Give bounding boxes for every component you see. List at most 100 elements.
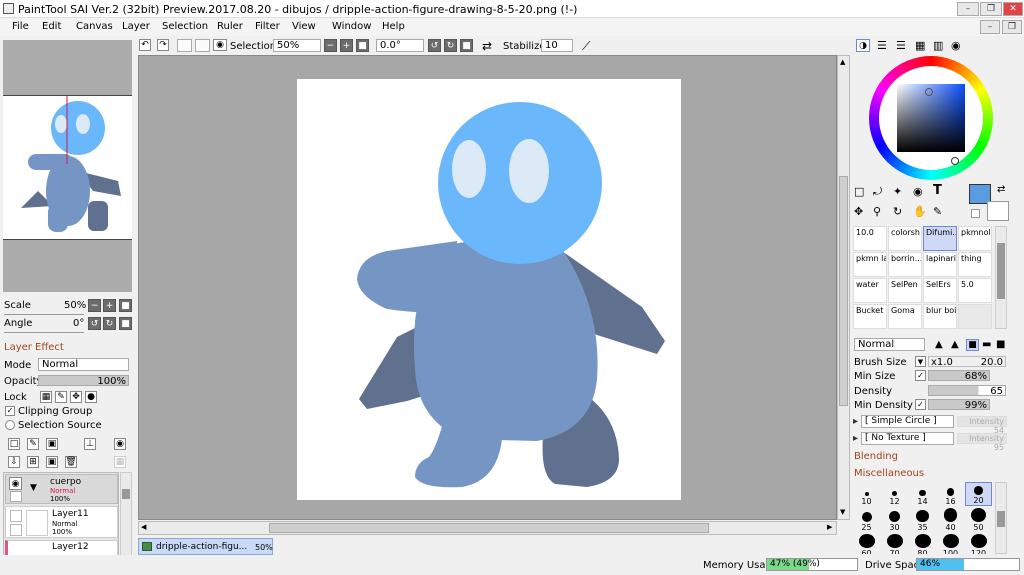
brush-slot[interactable]: borrin...: [888, 252, 922, 277]
scroll-down-icon[interactable]: ▼: [840, 508, 845, 516]
angle-left-icon[interactable]: ↺: [88, 317, 101, 330]
mixer-tab-icon[interactable]: ◉: [951, 39, 961, 52]
eye-icon[interactable]: ◉: [213, 39, 227, 51]
brush-size-preset[interactable]: 30: [881, 508, 908, 532]
redo-icon[interactable]: ↷: [157, 39, 169, 51]
miscellaneous-section-header[interactable]: Miscellaneous: [854, 468, 924, 479]
vertical-scroll-thumb[interactable]: [839, 176, 848, 406]
zoom-icon[interactable]: ⚲: [873, 205, 881, 218]
deselect-button[interactable]: [177, 39, 192, 52]
texture-expand-icon[interactable]: ▸: [853, 433, 858, 444]
rotate-reset-icon[interactable]: ■: [460, 39, 473, 52]
tip-shape-square-icon[interactable]: ■: [996, 339, 1005, 350]
canvas-horizontal-scrollbar[interactable]: ◀ ▶: [138, 521, 837, 535]
brush-size-preset[interactable]: 25: [853, 508, 880, 532]
menu-help[interactable]: Help: [382, 21, 405, 32]
clear-layer-icon[interactable]: ▣: [46, 456, 58, 468]
menu-canvas[interactable]: Canvas: [76, 21, 113, 32]
doc-restore-button[interactable]: ❐: [1002, 20, 1022, 34]
blending-section-header[interactable]: Blending: [854, 451, 898, 462]
density-slider[interactable]: 65: [928, 385, 1006, 397]
menu-layer[interactable]: Layer: [122, 21, 150, 32]
brush-slot[interactable]: pkmnold: [958, 226, 992, 251]
move-icon[interactable]: ✥: [854, 205, 863, 218]
brush-size-preset[interactable]: 20: [965, 482, 992, 506]
brush-slot[interactable]: lapinario: [923, 252, 957, 277]
brush-grid-scrollbar[interactable]: [995, 226, 1007, 329]
zoom-reset-icon[interactable]: ■: [356, 39, 369, 52]
layer-lock-box[interactable]: [10, 491, 22, 502]
new-folder-icon[interactable]: ▣: [46, 438, 58, 450]
rotation-select[interactable]: 0.0°: [376, 39, 424, 52]
opacity-slider[interactable]: 100%: [38, 375, 129, 387]
brush-size-preset[interactable]: 35: [909, 508, 936, 532]
rgb-sliders-tab-icon[interactable]: ☰: [877, 39, 887, 52]
eyedropper-icon[interactable]: ✎: [933, 205, 942, 218]
brush-size-preset[interactable]: 16: [937, 482, 964, 506]
menu-selection[interactable]: Selection: [162, 21, 208, 32]
color-wheel-tab-icon[interactable]: ◑: [856, 39, 870, 52]
tip-shape-soft-icon[interactable]: ▲: [951, 339, 959, 350]
delete-layer-icon[interactable]: 🗑: [65, 456, 77, 468]
min-size-checkbox[interactable]: ✓: [915, 370, 926, 381]
brush-size-presets-scrollbar[interactable]: [995, 482, 1007, 554]
min-density-checkbox[interactable]: ✓: [915, 399, 926, 410]
navigator-preview[interactable]: [3, 95, 132, 240]
brush-slot[interactable]: Goma: [888, 304, 922, 329]
brush-slot[interactable]: thing: [958, 252, 992, 277]
mode-select[interactable]: Normal: [38, 358, 129, 371]
brush-shape-intensity[interactable]: Intensity 54: [957, 416, 1007, 435]
angle-slider[interactable]: [4, 332, 84, 333]
brush-size-preset[interactable]: 60: [853, 534, 880, 554]
zoom-select[interactable]: 50%: [273, 39, 321, 52]
layer-lock-box[interactable]: [10, 524, 22, 536]
rotate-right-icon[interactable]: ↻: [444, 39, 457, 52]
magic-wand-icon[interactable]: ✦: [893, 185, 902, 198]
brush-size-preset[interactable]: 12: [881, 482, 908, 506]
brush-slot[interactable]: 10.0: [853, 226, 887, 251]
brush-size-preset[interactable]: 10: [853, 482, 880, 506]
swatches-tab-icon[interactable]: ▦: [915, 39, 925, 52]
min-density-slider[interactable]: 99%: [928, 399, 990, 411]
hue-marker[interactable]: [951, 157, 959, 165]
layer-row-layer11[interactable]: Layer11 Normal 100%: [5, 506, 118, 538]
brush-size-slider[interactable]: 20.0: [928, 356, 1006, 368]
layer-scrollbar-thumb[interactable]: [122, 489, 130, 499]
brush-slot[interactable]: water: [853, 278, 887, 303]
layer-mask-icon[interactable]: ◉: [114, 438, 126, 450]
text-tool-icon[interactable]: T: [933, 183, 942, 198]
brush-size-preset[interactable]: 50: [965, 508, 992, 532]
apply-mask-icon[interactable]: ▦: [114, 456, 126, 468]
tip-shape-sharp-icon[interactable]: ▲: [935, 339, 943, 350]
brush-slot[interactable]: Bucket: [853, 304, 887, 329]
scratchpad-tab-icon[interactable]: ▥: [933, 39, 943, 52]
merge-down-icon[interactable]: ⊞: [27, 456, 39, 468]
texture-select[interactable]: [ No Texture ]: [861, 432, 954, 445]
layer-visibility-eye-icon[interactable]: ◉: [9, 477, 22, 490]
scroll-right-icon[interactable]: ▶: [827, 523, 832, 531]
brush-slot[interactable]: SelErs: [923, 278, 957, 303]
close-button[interactable]: ✕: [1003, 2, 1023, 16]
flip-icon[interactable]: ⇄: [482, 39, 492, 53]
brush-size-preset[interactable]: 40: [937, 508, 964, 532]
transfer-down-icon[interactable]: ⇩: [8, 456, 20, 468]
rotate-icon[interactable]: ↻: [893, 205, 902, 218]
canvas-area[interactable]: [138, 55, 837, 520]
brush-shape-expand-icon[interactable]: ▸: [853, 416, 858, 427]
tip-shape-round-icon[interactable]: ■: [966, 339, 979, 351]
menu-window[interactable]: Window: [332, 21, 371, 32]
selection-source-radio[interactable]: [5, 420, 15, 430]
clipping-group-checkbox[interactable]: ✓: [5, 406, 15, 416]
saturation-value-square[interactable]: [897, 84, 965, 152]
brush-size-preset[interactable]: 80: [909, 534, 936, 554]
add-ruler-icon[interactable]: ⊥: [84, 438, 96, 450]
zoom-in-icon[interactable]: +: [340, 39, 353, 52]
menu-ruler[interactable]: Ruler: [217, 21, 243, 32]
canvas-paper[interactable]: [297, 79, 681, 500]
brush-size-preset[interactable]: 100: [937, 534, 964, 554]
brush-size-preset[interactable]: 120: [965, 534, 992, 554]
doc-minimize-button[interactable]: –: [980, 20, 1000, 34]
select-pen-icon[interactable]: ◉: [913, 185, 923, 198]
secondary-color-swatch[interactable]: [987, 201, 1009, 221]
menu-filter[interactable]: Filter: [255, 21, 280, 32]
